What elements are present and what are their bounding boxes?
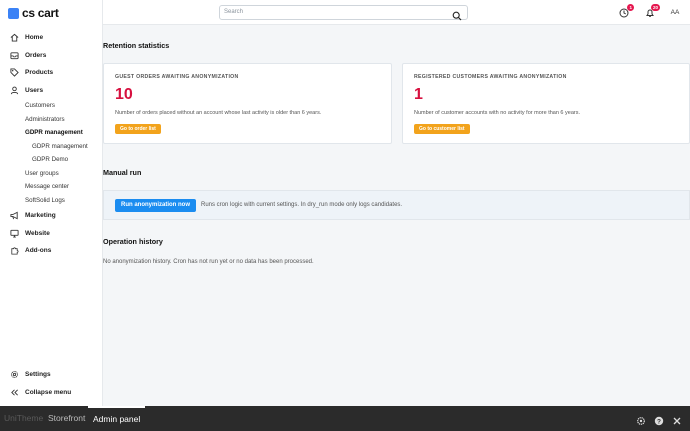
- notifications-button[interactable]: 20: [642, 3, 660, 21]
- double-chevron-left-icon: [9, 387, 20, 398]
- sidebar-item-orders[interactable]: Orders: [0, 47, 103, 65]
- card-title: GUEST ORDERS AWAITING ANONYMIZATION: [115, 74, 239, 80]
- sidebar-item-settings[interactable]: Settings: [0, 366, 103, 384]
- manual-run-panel: Run anonymization now Runs cron logic wi…: [103, 190, 690, 220]
- card-count: 1: [414, 86, 423, 103]
- registered-customers-card: REGISTERED CUSTOMERS AWAITING ANONYMIZAT…: [402, 63, 690, 144]
- go-to-order-list-button[interactable]: Go to order list: [115, 124, 161, 134]
- sidebar-item-label: Marketing: [25, 212, 56, 220]
- guest-orders-card: GUEST ORDERS AWAITING ANONYMIZATION 10 N…: [103, 63, 392, 144]
- sidebar-subsub-gdpr-management[interactable]: GDPR management: [0, 140, 103, 154]
- topbar: Search 1 20 AA: [103, 0, 690, 25]
- logo[interactable]: cs cart: [8, 6, 59, 20]
- megaphone-icon: [9, 210, 20, 221]
- sidebar-item-home[interactable]: Home: [0, 29, 103, 47]
- monitor-icon: [9, 228, 20, 239]
- retention-title: Retention statistics: [103, 41, 170, 50]
- run-description: Runs cron logic with current settings. I…: [201, 202, 403, 208]
- help-icon[interactable]: ?: [654, 413, 664, 431]
- card-description: Number of orders placed without an accou…: [115, 110, 322, 116]
- run-anonymization-button[interactable]: Run anonymization now: [115, 199, 196, 212]
- avatar[interactable]: AA: [668, 6, 682, 20]
- sidebar-sub-message-center[interactable]: Message center: [0, 180, 103, 194]
- puzzle-icon: [9, 245, 20, 256]
- gear-icon[interactable]: [636, 413, 646, 431]
- logo-mark-icon: [8, 7, 19, 19]
- sidebar-subsub-gdpr-demo[interactable]: GDPR Demo: [0, 153, 103, 167]
- bottom-bar-actions: ?: [636, 413, 682, 431]
- logo-text: cs cart: [22, 6, 59, 20]
- collapse-menu-button[interactable]: Collapse menu: [0, 384, 103, 402]
- sidebar-sub-customers[interactable]: Customers: [0, 99, 103, 113]
- history-empty-text: No anonymization history. Cron has not r…: [103, 259, 314, 265]
- sidebar-item-label: Add-ons: [25, 247, 52, 255]
- users-icon: [9, 85, 20, 96]
- sidebar-sub-softsolid-logs[interactable]: SoftSolid Logs: [0, 194, 103, 208]
- topbar-icons: 1 20 AA: [616, 0, 690, 25]
- operation-history-title: Operation history: [103, 237, 163, 246]
- search-placeholder: Search: [224, 9, 244, 15]
- card-count: 10: [115, 86, 133, 103]
- tab-admin-panel[interactable]: Admin panel: [88, 406, 146, 431]
- sidebar-item-addons[interactable]: Add-ons: [0, 242, 103, 260]
- sidebar-item-label: Settings: [25, 371, 51, 379]
- sidebar-item-label: Orders: [25, 51, 47, 59]
- sidebar-bottom: Settings Collapse menu: [0, 366, 103, 401]
- card-description: Number of customer accounts with no acti…: [414, 110, 580, 116]
- tab-unitheme[interactable]: UniTheme: [4, 406, 43, 431]
- bell-badge: 20: [650, 3, 660, 11]
- manual-run-title: Manual run: [103, 168, 142, 177]
- sidebar: cs cart Home Orders Products Users Custo…: [0, 0, 103, 406]
- sidebar-item-label: Collapse menu: [25, 388, 72, 396]
- sidebar-item-label: Home: [25, 34, 44, 42]
- sidebar-item-users[interactable]: Users: [0, 82, 103, 100]
- gear-icon: [9, 369, 20, 380]
- sidebar-item-marketing[interactable]: Marketing: [0, 207, 103, 225]
- notification-badge: 1: [627, 3, 634, 11]
- sidebar-item-label: Website: [25, 229, 50, 237]
- sidebar-sub-gdpr-management[interactable]: GDPR management: [0, 126, 103, 140]
- tag-icon: [9, 67, 20, 78]
- sidebar-sub-administrators[interactable]: Administrators: [0, 113, 103, 127]
- sidebar-sub-user-groups[interactable]: User groups: [0, 167, 103, 181]
- home-icon: [9, 32, 20, 43]
- bottom-bar: UniTheme Storefront Admin panel ?: [0, 406, 690, 431]
- svg-text:?: ?: [657, 418, 661, 425]
- card-title: REGISTERED CUSTOMERS AWAITING ANONYMIZAT…: [414, 74, 567, 80]
- sidebar-item-label: Users: [25, 86, 44, 94]
- main-content: Retention statistics GUEST ORDERS AWAITI…: [103, 25, 690, 406]
- search-icon[interactable]: [452, 8, 462, 26]
- tab-storefront[interactable]: Storefront: [48, 406, 85, 431]
- close-icon[interactable]: [672, 413, 682, 431]
- sidebar-item-website[interactable]: Website: [0, 225, 103, 243]
- sidebar-item-label: Products: [25, 69, 54, 77]
- search-input[interactable]: Search: [219, 5, 468, 21]
- activity-button[interactable]: 1: [616, 3, 634, 21]
- sidebar-item-products[interactable]: Products: [0, 64, 103, 82]
- sidebar-nav: Home Orders Products Users Customers Adm…: [0, 29, 103, 260]
- go-to-customer-list-button[interactable]: Go to customer list: [414, 124, 470, 134]
- inbox-icon: [9, 50, 20, 61]
